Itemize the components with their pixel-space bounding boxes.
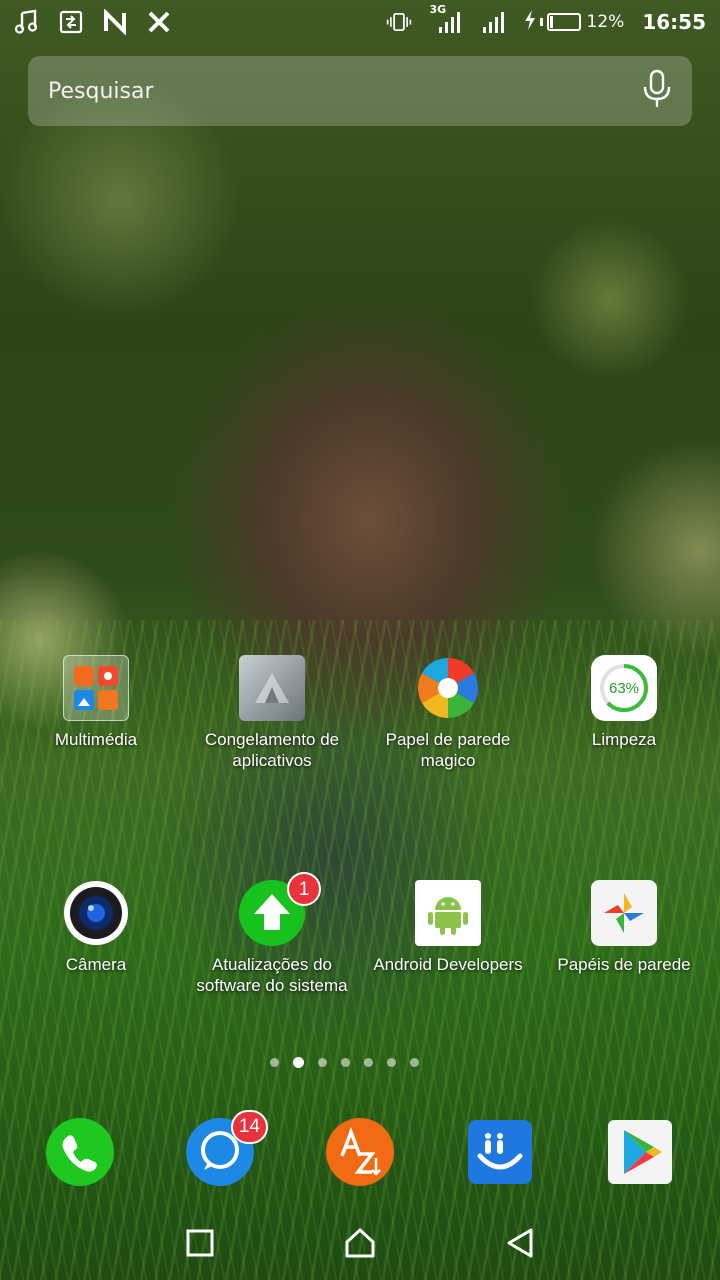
app-label: Multimédia <box>54 730 138 749</box>
app-camera[interactable]: Câmera <box>8 880 184 975</box>
vibrate-icon <box>386 9 412 35</box>
music-icon <box>14 9 40 35</box>
page-dot[interactable] <box>270 1058 279 1067</box>
microphone-icon[interactable] <box>642 69 672 113</box>
page-dot[interactable] <box>341 1058 350 1067</box>
app-android-developers[interactable]: Android Developers <box>360 880 536 975</box>
app-label: Congelamento de aplicativos <box>204 730 340 770</box>
battery-indicator: 12% <box>524 9 625 35</box>
recent-apps-icon[interactable] <box>185 1228 215 1262</box>
clock: 16:55 <box>642 10 706 34</box>
app-label: Android Developers <box>373 955 523 974</box>
dock-keyboard[interactable] <box>466 1118 534 1186</box>
x-app-icon <box>146 9 172 35</box>
notification-badge: 14 <box>230 1110 268 1144</box>
cleanup-percent: 63% <box>608 680 640 697</box>
app-freeze[interactable]: Congelamento de aplicativos <box>184 655 360 771</box>
magic-wallpaper-icon <box>415 655 481 721</box>
app-system-update[interactable]: 1 Atualizações do software do sistema <box>184 872 360 996</box>
signal-3g-icon: 3G <box>430 3 462 35</box>
nfc-n-icon <box>102 9 128 35</box>
touchpal-keyboard-icon <box>468 1120 532 1184</box>
dock-translate[interactable] <box>326 1118 394 1186</box>
android-developers-icon <box>415 880 481 946</box>
home-icon[interactable] <box>344 1227 376 1263</box>
phone-icon <box>46 1118 114 1186</box>
page-dot[interactable] <box>387 1058 396 1067</box>
wallpapers-icon <box>591 880 657 946</box>
dock-phone[interactable] <box>46 1118 114 1186</box>
battery-percent: 12% <box>586 12 625 32</box>
dock-messages[interactable]: 14 <box>186 1110 268 1186</box>
charging-icon <box>524 9 536 35</box>
back-icon[interactable] <box>505 1227 535 1263</box>
cleanup-gauge-icon: 63% <box>591 655 657 721</box>
page-dot[interactable] <box>410 1058 419 1067</box>
page-indicator[interactable] <box>270 1057 419 1068</box>
multimedia-folder-icon <box>63 655 129 721</box>
app-cleanup[interactable]: 63% Limpeza <box>536 655 712 750</box>
battery-fill <box>549 16 553 28</box>
freeze-apps-icon <box>239 655 305 721</box>
app-label: Limpeza <box>591 730 657 749</box>
page-dot-current[interactable] <box>293 1057 304 1068</box>
screen-transfer-icon <box>58 9 84 35</box>
system-update-icon: 1 <box>239 872 321 946</box>
battery-body <box>546 13 581 31</box>
app-label: Câmera <box>65 955 127 974</box>
search-bar[interactable]: Pesquisar <box>28 56 692 126</box>
app-magic-wallpaper[interactable]: Papel de parede magico <box>360 655 536 771</box>
page-dot[interactable] <box>364 1058 373 1067</box>
app-multimedia[interactable]: Multimédia <box>8 655 184 750</box>
app-label: Atualizações do software do sistema <box>196 955 348 995</box>
app-wallpapers[interactable]: Papéis de parede <box>536 880 712 975</box>
navigation-bar <box>0 1210 720 1280</box>
app-label: Papéis de parede <box>557 955 691 974</box>
app-label: Papel de parede magico <box>385 730 511 770</box>
signal-icon <box>480 9 506 35</box>
translate-az-icon <box>326 1118 394 1186</box>
camera-icon <box>63 880 129 946</box>
search-input[interactable]: Pesquisar <box>48 79 154 104</box>
notification-badge: 1 <box>287 872 321 906</box>
battery-tip <box>539 18 543 26</box>
status-bar: 3G 12% 16:55 <box>0 0 720 44</box>
dock-play-store[interactable] <box>606 1118 674 1186</box>
page-dot[interactable] <box>318 1058 327 1067</box>
play-store-icon <box>608 1120 672 1184</box>
network-type-label: 3G <box>429 3 447 16</box>
